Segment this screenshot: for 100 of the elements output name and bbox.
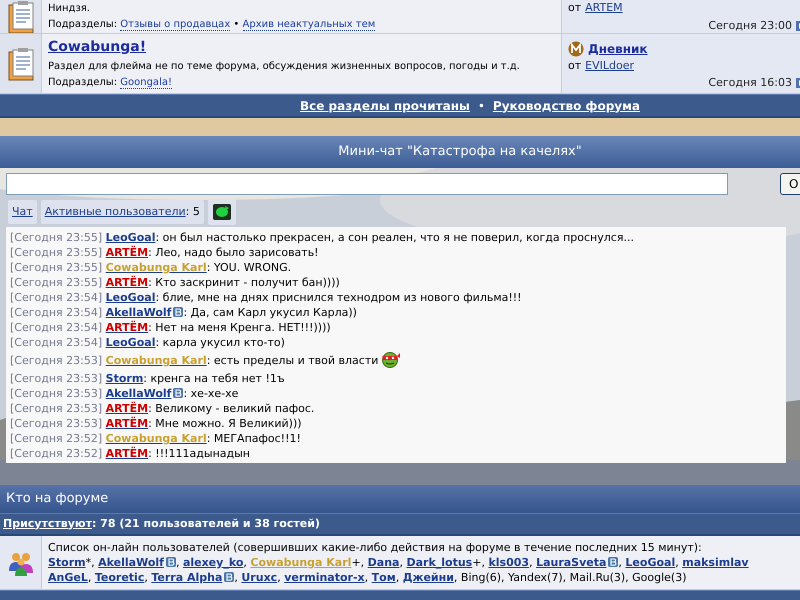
list-separator: +, <box>472 556 486 569</box>
message-time: [Сегодня 23:55] <box>10 231 102 244</box>
message-time: [Сегодня 23:54] <box>10 336 102 349</box>
list-separator: +, <box>351 556 366 569</box>
message-author-link[interactable]: LeoGoal <box>106 336 156 349</box>
message-author-link[interactable]: ARTЁM <box>106 402 148 415</box>
online-user-link[interactable]: Джейни <box>402 571 454 584</box>
message-author-link[interactable]: ARTЁM <box>106 246 148 259</box>
message-author-link[interactable]: AkellaWolf <box>106 387 172 400</box>
message-time: [Сегодня 23:55] <box>10 261 102 274</box>
message-text: : МЕГАпафос!!1! <box>206 432 301 445</box>
list-separator: , <box>243 556 248 569</box>
list-separator: *, <box>86 556 96 569</box>
count-separator: : <box>186 204 190 218</box>
user-count: 5 <box>192 204 200 218</box>
message-time: [Сегодня 23:55] <box>10 276 102 289</box>
list-separator: , <box>144 571 149 584</box>
online-user-link[interactable]: Dana <box>368 556 400 569</box>
list-separator: , <box>618 556 623 569</box>
list-separator: , <box>277 571 282 584</box>
message-time: [Сегодня 23:52] <box>10 432 102 445</box>
forum-footer-link[interactable]: Все разделы прочитаны <box>300 96 470 114</box>
message-text: : хе-хе-хе <box>183 387 238 400</box>
author-link[interactable]: ARTEM <box>585 0 623 16</box>
online-user-link[interactable]: AnGeL <box>48 571 88 584</box>
message-text: : кренга на тебя нет !1ъ <box>143 372 285 385</box>
message-text: : Кто заскринит - получит бан)))) <box>148 276 340 289</box>
message-author-link[interactable]: AkellaWolf <box>106 306 172 319</box>
message-text: : Мне можно. Я Великий))) <box>148 417 302 430</box>
list-separator: , <box>364 571 370 584</box>
list-separator: , <box>234 571 239 584</box>
list-separator: , <box>88 571 92 584</box>
message-text: : карла укусил кто-то) <box>155 336 285 349</box>
list-separator: , <box>529 556 534 569</box>
message-text: : блие, мне на днях приснился технодром из нового фильма!!! <box>155 291 522 304</box>
send-button[interactable]: О <box>780 173 800 195</box>
chat-tab[interactable]: Активные пользователи <box>44 204 186 218</box>
last-post-time: Сегодня 23:00 <box>708 18 792 33</box>
section-title: Кто на форуме <box>6 491 108 506</box>
message-time: [Сегодня 23:52] <box>10 447 102 460</box>
online-user-link[interactable]: LeoGoal <box>625 556 676 569</box>
online-user-link[interactable]: Том <box>372 571 396 584</box>
online-user-link[interactable]: maksimlav <box>682 556 749 569</box>
online-user-link[interactable]: Dark_lotus <box>406 556 472 569</box>
separator-dot: • <box>233 19 240 30</box>
topic-link[interactable]: Дневник <box>588 40 648 58</box>
refresh-icon <box>212 203 232 221</box>
subsection-link[interactable]: Отзывы о продавцах <box>120 19 230 31</box>
online-user-link[interactable]: Teoretic <box>94 571 144 584</box>
chat-input-field[interactable] <box>6 173 728 195</box>
online-user-link[interactable]: LauraSveta <box>536 556 606 569</box>
message-text: : !!!111адынадын <box>148 447 250 460</box>
forum-description: Раздел для флейма не по теме форума, обсуждения жизненных вопросов, погоды и т.д. <box>48 60 521 74</box>
message-author-link[interactable]: Storm <box>106 372 144 385</box>
chat-title: Мини-чат "Катастрофа на качелях" <box>338 143 582 162</box>
message-text: : есть пределы и твой власти <box>206 354 378 367</box>
subsections-label: Подразделы: <box>48 19 118 30</box>
online-user-link[interactable]: Storm <box>48 556 86 569</box>
forum-title-link[interactable]: Cowabunga! <box>48 39 146 55</box>
message-author-link[interactable]: LeoGoal <box>106 231 156 244</box>
list-separator: , <box>675 556 680 569</box>
message-text: : Нет на меня Кренга. НЕТ!!!)))) <box>148 321 331 334</box>
bullet-separator: • <box>478 98 485 114</box>
message-time: [Сегодня 23:53] <box>10 387 102 400</box>
subsection-link[interactable]: Goongala! <box>120 77 172 89</box>
by-label: от <box>568 58 582 74</box>
present-count: : 78 (21 пользователей и 38 гостей) <box>92 516 320 530</box>
online-user-link[interactable]: kls003 <box>488 556 530 569</box>
message-text: : Великому - великий пафос. <box>148 402 314 415</box>
message-author-link[interactable]: ARTЁM <box>106 276 148 289</box>
topic-m-icon <box>568 41 584 57</box>
message-author-link[interactable]: LeoGoal <box>106 291 156 304</box>
list-separator: , <box>176 556 180 569</box>
message-time: [Сегодня 23:54] <box>10 306 102 319</box>
list-separator: , <box>399 556 404 569</box>
subsection-link[interactable]: Архив неактуальных тем <box>242 19 376 31</box>
present-link[interactable]: Присутствуют <box>3 516 92 530</box>
online-user-link[interactable]: Terra Alpha <box>151 571 222 584</box>
message-text: : Да, сам Карл укусил Карла)) <box>183 306 357 319</box>
message-time: [Сегодня 23:53] <box>10 354 102 367</box>
online-user-link[interactable]: verminator-x <box>284 571 365 584</box>
forum-description: Ниндзя. <box>48 2 91 16</box>
online-user-link[interactable]: alexey_ko <box>182 556 244 569</box>
message-author-link[interactable]: ARTЁM <box>106 447 148 460</box>
message-time: [Сегодня 23:53] <box>10 402 102 415</box>
message-text: : YOU. WRONG. <box>206 261 292 274</box>
online-user-link[interactable]: AkellaWolf <box>98 556 164 569</box>
list-separator: , <box>454 571 458 584</box>
message-text: : он был настолько прекрасен, а сон реален, что я не поверил, когда проснулся... <box>155 231 634 244</box>
by-label: от <box>568 0 582 16</box>
chat-tab[interactable]: Чат <box>8 200 37 224</box>
online-list-intro: Список он-лайн пользователей (совершивших какие-либо действия на форуме в течение последних 15 минут): <box>48 540 703 555</box>
message-time: [Сегодня 23:53] <box>10 372 102 385</box>
forum-footer-link[interactable]: Руководство форума <box>492 96 640 114</box>
online-user-link[interactable]: Uruxc <box>241 571 278 584</box>
message-text: : Лео, надо было зарисовать! <box>148 246 319 259</box>
message-author-link[interactable]: ARTЁM <box>106 417 148 430</box>
author-link[interactable]: EVILdoer <box>585 58 634 74</box>
message-author-link[interactable]: ARTЁM <box>106 321 148 334</box>
message-time: [Сегодня 23:54] <box>10 291 102 304</box>
